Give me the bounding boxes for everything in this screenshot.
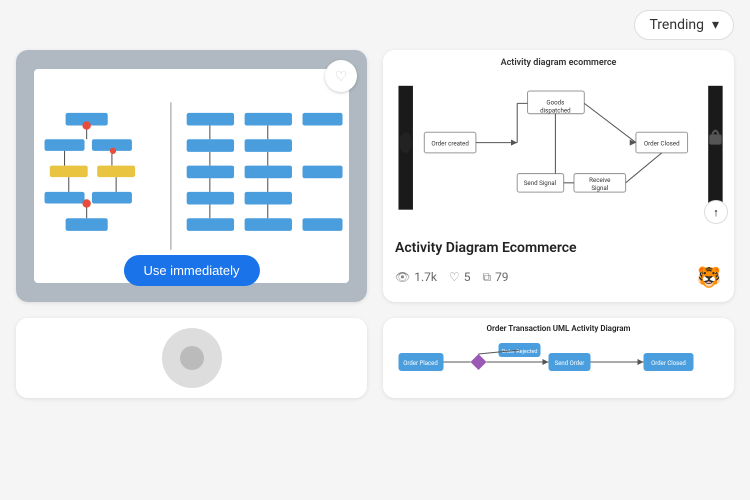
card-activity-ecommerce: Activity diagram ecommerce Order created… — [383, 50, 734, 302]
svg-text:Order Placed: Order Placed — [403, 360, 437, 367]
card-activity-diagram: ♡ Use immediately Activity Diagram 👁 276… — [16, 50, 367, 302]
placeholder-icon — [177, 343, 207, 373]
svg-text:Send Order: Send Order — [555, 360, 585, 367]
eye-icon-2: 👁 — [395, 270, 410, 284]
card-2-title: Activity Diagram Ecommerce — [395, 240, 722, 256]
trending-dropdown[interactable]: Trending ▾ — [634, 10, 734, 40]
ecom-diagram-title: Activity diagram ecommerce — [501, 58, 617, 68]
card-1-thumbnail[interactable]: ♡ Use immediately — [16, 50, 367, 302]
svg-text:Order Rejected: Order Rejected — [501, 349, 537, 355]
ecommerce-diagram-svg: Order created Goods dispatched Order Clo… — [383, 50, 734, 230]
svg-text:Order Closed: Order Closed — [644, 140, 680, 148]
copies-stat-2: ⧉ 79 — [482, 270, 508, 285]
svg-text:Receive: Receive — [589, 176, 611, 184]
card-4-thumbnail-partial[interactable]: Order Transaction UML Activity Diagram O… — [383, 318, 734, 398]
heart-stat-icon-2: ♡ — [449, 270, 460, 284]
scroll-up-button-2[interactable]: ↑ — [704, 200, 728, 224]
chevron-down-icon: ▾ — [712, 17, 719, 33]
card-2-stats: 👁 1.7k ♡ 5 ⧉ 79 🐯 — [395, 264, 722, 290]
trending-label: Trending — [649, 17, 704, 33]
use-immediately-label: Use immediately — [143, 263, 239, 278]
avatar-2: 🐯 — [696, 264, 722, 290]
svg-text:Goods: Goods — [546, 98, 564, 106]
card-3-thumbnail-partial[interactable] — [16, 318, 367, 398]
card-2-thumbnail[interactable]: Activity diagram ecommerce Order created… — [383, 50, 734, 230]
svg-text:Signal: Signal — [591, 184, 608, 192]
heart-button-1[interactable]: ♡ — [325, 60, 357, 92]
cards-grid: ♡ Use immediately Activity Diagram 👁 276… — [0, 50, 750, 414]
likes-count-2: 5 — [464, 270, 471, 284]
svg-text:Send Signal: Send Signal — [524, 179, 557, 187]
card-placeholder-3 — [16, 318, 367, 398]
svg-text:Order created: Order created — [431, 140, 469, 148]
placeholder-circle — [162, 328, 222, 388]
svg-text:Order Closed: Order Closed — [651, 360, 686, 367]
views-stat-2: 👁 1.7k — [395, 270, 437, 284]
card-2-info: Activity Diagram Ecommerce 👁 1.7k ♡ 5 ⧉ … — [383, 230, 734, 302]
likes-stat-2: ♡ 5 — [449, 270, 471, 284]
views-count-2: 1.7k — [414, 270, 437, 284]
card-order-transaction-uml: Order Transaction UML Activity Diagram O… — [383, 318, 734, 398]
heart-icon-1: ♡ — [335, 68, 348, 85]
svg-text:dispatched: dispatched — [540, 107, 571, 115]
use-immediately-button[interactable]: Use immediately — [123, 255, 259, 286]
uml-diagram-title: Order Transaction UML Activity Diagram — [487, 324, 631, 333]
copies-count-2: 79 — [495, 270, 509, 284]
activity-diagram-svg — [34, 69, 350, 283]
avatar-emoji-2: 🐯 — [697, 265, 722, 289]
top-bar: Trending ▾ — [0, 0, 750, 50]
copy-icon-2: ⧉ — [482, 270, 491, 285]
diagram-inner-1 — [34, 69, 350, 283]
